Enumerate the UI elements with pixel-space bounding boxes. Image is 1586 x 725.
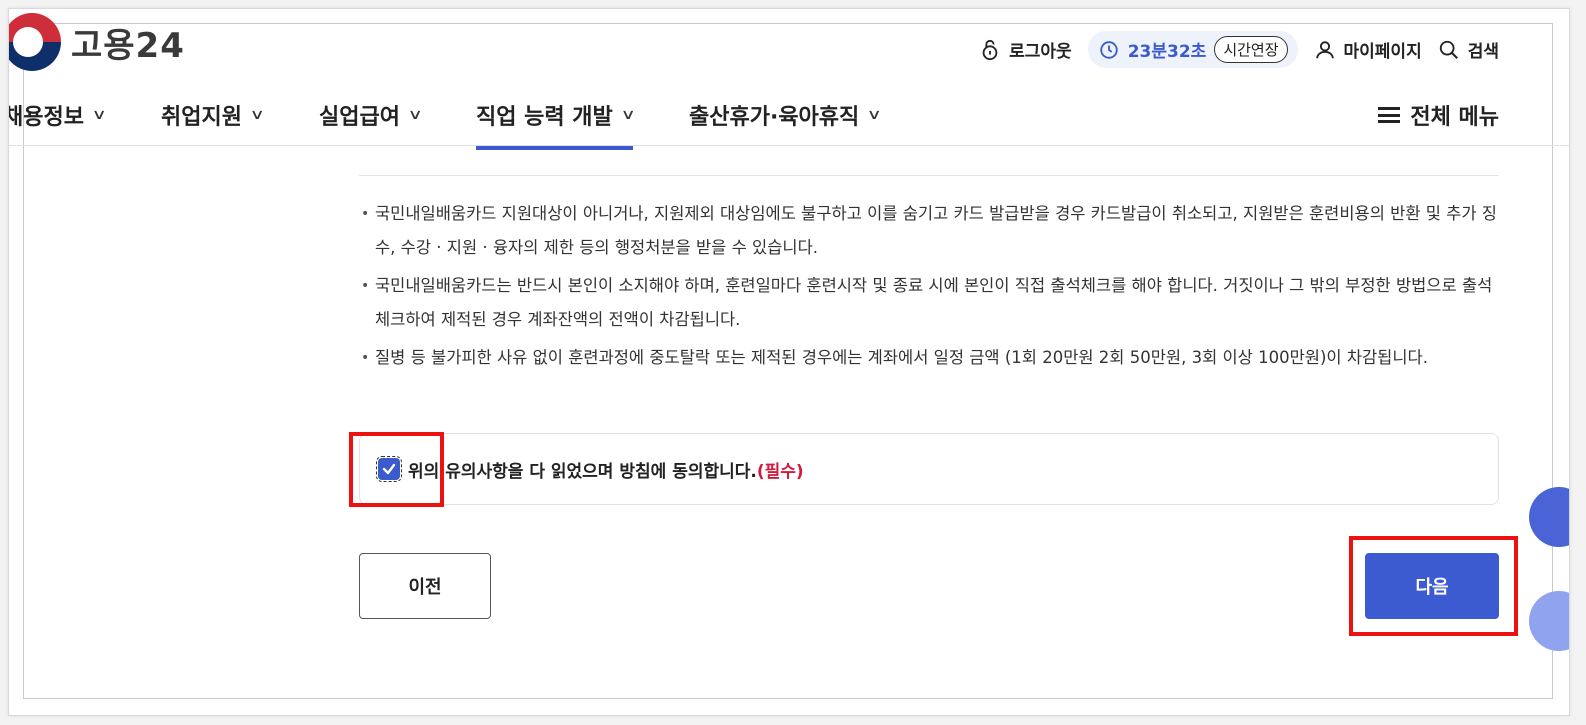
agreement-label[interactable]: 위의 유의사항을 다 읽었으며 방침에 동의합니다.(필수) [408,457,804,482]
next-button[interactable]: 다음 [1365,553,1499,619]
logout-link[interactable]: 로그아웃 [979,37,1072,62]
nav-item-label: 출산휴가·육아휴직 [689,105,860,130]
list-item: 국민내일배움카드 지원대상이 아니거나, 지원제외 대상임에도 불구하고 이를 … [359,197,1499,265]
nav-item-unemployment-benefit[interactable]: 실업급여 ∨ [319,99,423,131]
chevron-down-icon: ∨ [91,107,107,123]
list-item: 질병 등 불가피한 사유 없이 훈련과정에 중도탈락 또는 제적된 경우에는 계… [359,341,1499,375]
nav-item-label: 직업 능력 개발 [476,105,613,130]
agreement-box: 위의 유의사항을 다 읽었으며 방침에 동의합니다.(필수) [359,433,1499,505]
timer-text: 23분32초 [1127,42,1207,62]
nav-item-label: 채용정보 [8,105,84,130]
taegeuk-logo-icon [9,13,61,71]
list-item: 국민내일배움카드는 반드시 본인이 소지해야 하며, 훈련일마다 훈련시작 및 … [359,269,1499,337]
logout-label: 로그아웃 [1009,42,1072,62]
search-icon [1439,40,1458,59]
prev-button[interactable]: 이전 [359,553,491,619]
chevron-down-icon: ∨ [249,107,265,123]
required-mark: (필수) [756,461,804,482]
chevron-down-icon: ∨ [866,107,883,123]
nav-item-employment-support[interactable]: 취업지원 ∨ [161,99,265,131]
check-icon [382,463,396,475]
agreement-text: 위의 유의사항을 다 읽었으며 방침에 동의합니다. [408,461,757,482]
notice-list: 국민내일배움카드 지원대상이 아니거나, 지원제외 대상임에도 불구하고 이를 … [359,197,1499,379]
search-label: 검색 [1467,42,1499,62]
all-menu-label: 전체 메뉴 [1410,105,1499,130]
user-icon [1315,40,1334,58]
hamburger-icon [1378,107,1401,123]
search-link[interactable]: 검색 [1438,37,1499,62]
agree-checkbox[interactable] [376,456,402,482]
nav-item-label: 취업지원 [161,105,242,130]
site-logo[interactable]: 고용24 [9,13,185,71]
nav-item-parental-leave[interactable]: 출산휴가·육아휴직 ∨ [689,99,883,131]
floating-action-button[interactable] [1529,487,1569,547]
chevron-down-icon: ∨ [620,107,636,123]
mypage-label: 마이페이지 [1343,42,1422,62]
nav-item-skill-development[interactable]: 직업 능력 개발 ∨ [476,99,636,150]
mypage-link[interactable]: 마이페이지 [1314,37,1422,62]
page: 고용24 로그아웃 23분32초 시간연장 마이페이지 검색 채용정보 ∨ 취업… [8,8,1570,716]
floating-action-button[interactable] [1529,591,1569,651]
nav-item-jobs[interactable]: 채용정보 ∨ [8,99,107,131]
logo-text: 고용24 [71,25,185,66]
utility-bar: 로그아웃 23분32초 시간연장 마이페이지 검색 [979,31,1499,68]
lock-icon [982,39,998,60]
extend-session-button[interactable]: 시간연장 [1214,36,1288,63]
clock-icon [1099,40,1118,59]
main-nav: 채용정보 ∨ 취업지원 ∨ 실업급여 ∨ 직업 능력 개발 ∨ 출산휴가·육아휴… [8,87,1569,150]
chevron-down-icon: ∨ [407,107,423,123]
all-menu-button[interactable]: 전체 메뉴 [1378,99,1499,131]
session-timer: 23분32초 시간연장 [1087,31,1298,68]
section-divider [359,175,1499,176]
nav-item-label: 실업급여 [319,105,400,130]
